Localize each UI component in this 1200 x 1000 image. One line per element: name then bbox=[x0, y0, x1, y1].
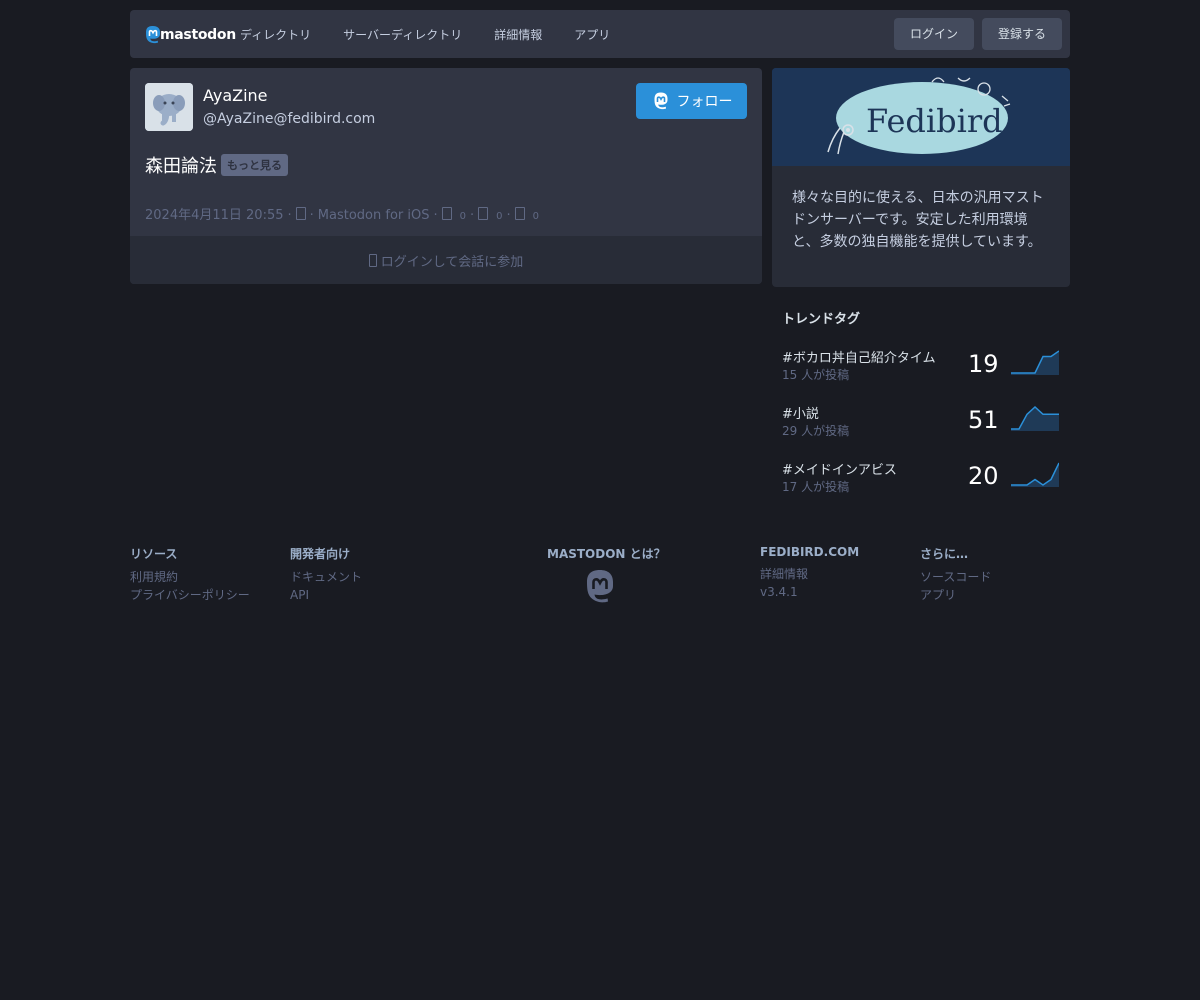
nav-directory[interactable]: ディレクトリ bbox=[240, 26, 311, 43]
trend-item[interactable]: #小説 29 人が投稿 51 bbox=[782, 403, 1070, 449]
show-more-button[interactable]: もっと見る bbox=[221, 154, 288, 176]
status-content: 森田論法 もっと見る bbox=[145, 152, 288, 178]
status-card: AyaZine @AyaZine@fedibird.com フォロー 森田論法 … bbox=[130, 68, 762, 284]
footer-instance: FEDIBIRD.COM 詳細情報 v3.4.1 bbox=[760, 545, 859, 601]
trend-tag-name[interactable]: #ボカロ丼自己紹介タイム bbox=[782, 347, 936, 366]
trend-uses: 17 人が投稿 bbox=[782, 480, 850, 494]
footer-link-apps[interactable]: アプリ bbox=[920, 586, 991, 604]
fedibird-logo-image: Fedibird bbox=[772, 68, 1070, 166]
trend-sparkline bbox=[1011, 462, 1059, 487]
footer-link-api[interactable]: API bbox=[290, 586, 362, 604]
login-button[interactable]: ログイン bbox=[894, 18, 974, 50]
sign-in-icon bbox=[368, 253, 377, 267]
sparkline-area bbox=[1011, 463, 1059, 487]
footer-developers: 開発者向け ドキュメント API bbox=[290, 545, 362, 604]
server-info-card: Fedibird 様々な目的に使える、日本の汎用マストドンサーバーです。安定した… bbox=[772, 68, 1070, 287]
status-text: 森田論法 bbox=[145, 156, 217, 177]
footer-about-title[interactable]: MASTODON とは？ bbox=[547, 545, 666, 562]
mastodon-logo-link[interactable]: mastodon bbox=[144, 24, 236, 46]
status-meta: 2024年4月11日 20:55 · · Mastodon for iOS · 0 · 0 · 0 bbox=[145, 207, 540, 223]
trend-uses: 29 人が投稿 bbox=[782, 424, 850, 438]
nav-about[interactable]: 詳細情報 bbox=[494, 26, 542, 43]
trend-uses: 15 人が投稿 bbox=[782, 368, 850, 382]
status-timestamp[interactable]: 2024年4月11日 20:55 bbox=[145, 208, 284, 223]
globe-icon bbox=[295, 207, 306, 220]
footer-instance-title: FEDIBIRD.COM bbox=[760, 545, 860, 559]
join-conversation-label: ログインして会話に参加 bbox=[380, 254, 524, 270]
nav-apps[interactable]: アプリ bbox=[574, 26, 610, 43]
brand-name: mastodon bbox=[160, 27, 236, 43]
sparkline-area bbox=[1011, 407, 1059, 431]
footer-link-terms[interactable]: 利用規約 bbox=[130, 568, 250, 586]
follow-button[interactable]: フォロー bbox=[636, 83, 747, 119]
trending-tags-title: トレンドタグ bbox=[782, 312, 861, 327]
reply-count: 0 bbox=[459, 211, 466, 222]
banner-text: Fedibird bbox=[866, 102, 1003, 140]
account-handle[interactable]: @AyaZine@fedibird.com bbox=[203, 111, 375, 127]
follow-button-label: フォロー bbox=[676, 94, 733, 110]
trend-sparkline bbox=[1011, 350, 1059, 375]
top-navigation-bar: mastodon ディレクトリ サーバーディレクトリ 詳細情報 アプリ ログイン… bbox=[130, 10, 1070, 58]
footer-resources: リソース 利用規約 プライバシーポリシー bbox=[130, 545, 250, 604]
trend-count: 20 bbox=[968, 462, 999, 490]
trend-item[interactable]: #メイドインアビス 17 人が投稿 20 bbox=[782, 459, 1070, 505]
server-description: 様々な目的に使える、日本の汎用マストドンサーバーです。安定した利用環境と、多数の… bbox=[792, 190, 1044, 250]
footer-version[interactable]: v3.4.1 bbox=[760, 583, 859, 601]
avatar[interactable] bbox=[145, 83, 193, 131]
trend-tag-name[interactable]: #小説 bbox=[782, 403, 819, 422]
mastodon-icon bbox=[654, 92, 667, 110]
trend-count: 19 bbox=[968, 350, 999, 378]
trend-sparkline bbox=[1011, 405, 1059, 431]
status-application[interactable]: Mastodon for iOS bbox=[318, 208, 430, 223]
footer-about: MASTODON とは？ bbox=[547, 545, 666, 568]
join-conversation-link[interactable]: ログインして会話に参加 bbox=[130, 236, 762, 284]
footer-developers-title: 開発者向け bbox=[290, 547, 351, 561]
trend-count: 51 bbox=[968, 406, 999, 434]
trend-item[interactable]: #ボカロ丼自己紹介タイム 15 人が投稿 19 bbox=[782, 347, 1070, 393]
nav-server-directory[interactable]: サーバーディレクトリ bbox=[343, 26, 462, 43]
footer-link-about[interactable]: 詳細情報 bbox=[760, 565, 859, 583]
boost-count: 0 bbox=[496, 211, 503, 222]
footer-resources-title: リソース bbox=[130, 547, 178, 561]
elephant-avatar-icon bbox=[145, 83, 193, 131]
mastodon-icon[interactable] bbox=[583, 569, 617, 605]
server-banner: Fedibird bbox=[772, 68, 1070, 166]
footer-more-title: さらに… bbox=[920, 547, 969, 561]
star-icon bbox=[514, 207, 525, 220]
favourite-count: 0 bbox=[532, 211, 540, 222]
footer-link-source[interactable]: ソースコード bbox=[920, 568, 991, 586]
signup-button[interactable]: 登録する bbox=[982, 18, 1062, 50]
reply-icon bbox=[441, 207, 452, 220]
main-nav: ディレクトリ サーバーディレクトリ 詳細情報 アプリ bbox=[240, 10, 642, 58]
trend-tag-name[interactable]: #メイドインアビス bbox=[782, 459, 897, 478]
boost-icon bbox=[478, 207, 489, 220]
footer-link-docs[interactable]: ドキュメント bbox=[290, 568, 362, 586]
footer-more: さらに… ソースコード アプリ bbox=[920, 545, 991, 604]
display-name[interactable]: AyaZine bbox=[203, 86, 268, 105]
footer-link-privacy[interactable]: プライバシーポリシー bbox=[130, 586, 250, 604]
